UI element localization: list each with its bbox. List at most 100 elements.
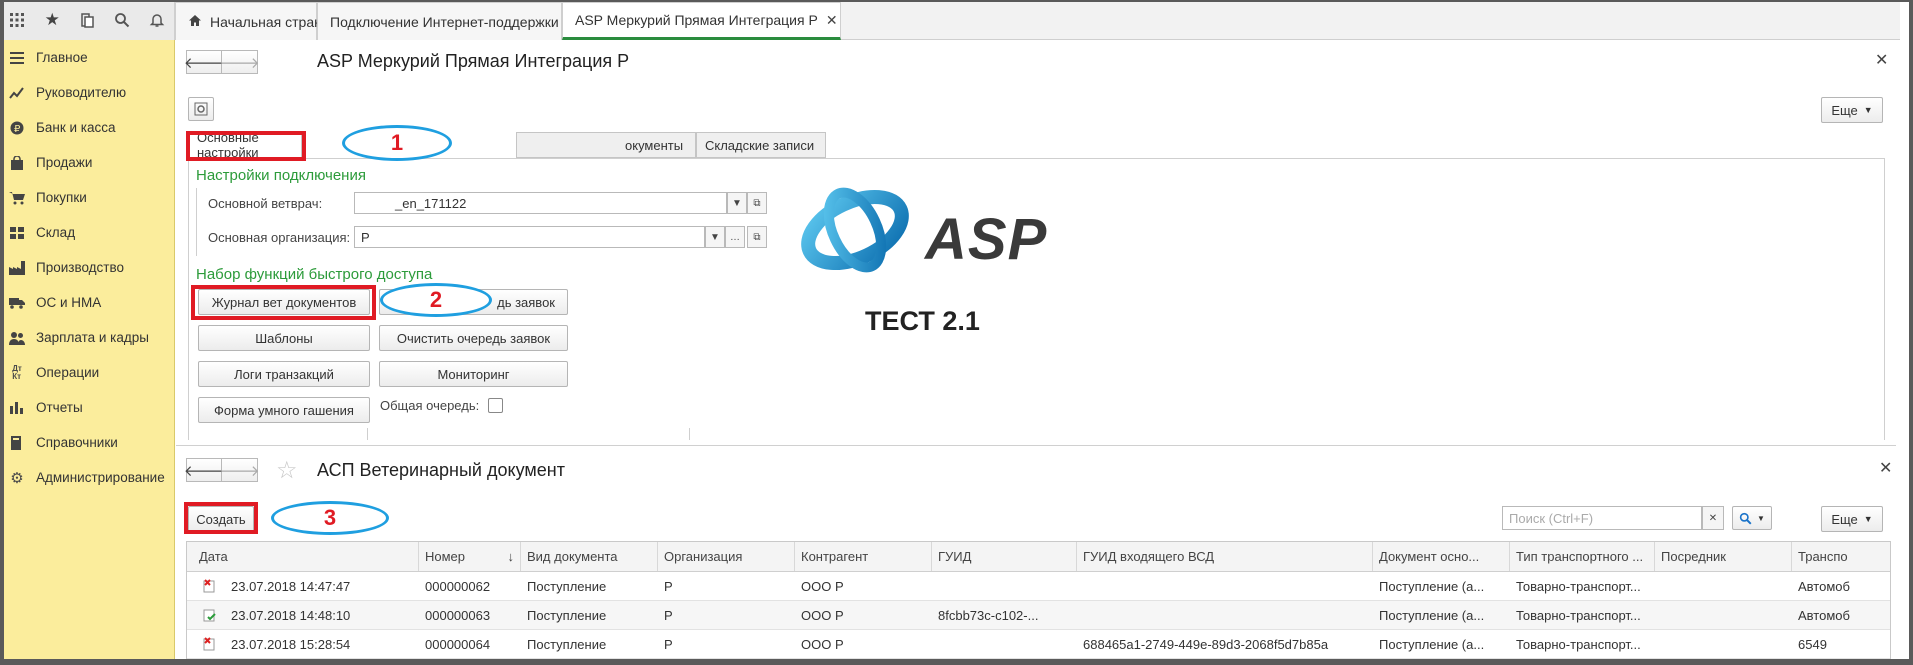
open-icon[interactable]: ⧉	[747, 192, 767, 214]
more-button[interactable]: Еще ▼	[1821, 97, 1883, 123]
tab-internet-support[interactable]: Подключение Интернет-поддержки ✕	[317, 2, 586, 40]
group-connection-settings: Настройки подключения	[196, 167, 366, 184]
column-label: ГУИД	[938, 549, 972, 564]
search-input[interactable]: Поиск (Ctrl+F)	[1502, 506, 1702, 530]
column-header[interactable]: Вид документа	[521, 542, 658, 571]
column-header[interactable]: Документ осно...	[1373, 542, 1510, 571]
close-icon[interactable]: ✕	[826, 12, 838, 29]
cell-org: Р	[664, 607, 673, 623]
settings-gear-icon	[194, 102, 208, 116]
column-header[interactable]: Контрагент	[795, 542, 932, 571]
doc-ok-icon	[197, 601, 221, 629]
cell-counterparty: ООО Р	[801, 636, 844, 652]
forward-arrow-icon[interactable]: 🡒	[219, 458, 260, 482]
cell-org: Р	[664, 578, 673, 594]
bell-icon[interactable]	[139, 0, 174, 40]
sidebar: Главное Руководителю ₽ Банк и касса Прод…	[0, 40, 175, 665]
sidebar-item-reports[interactable]: Отчеты	[0, 390, 174, 425]
tab-warehouse-records[interactable]: Складские записи	[696, 132, 826, 158]
tab-asp-mercury[interactable]: ASP Меркурий Прямая Интеграция Р ✕	[562, 2, 841, 40]
cell-transport: Автомоб	[1798, 578, 1850, 594]
cart-icon	[6, 189, 28, 207]
cell-counterparty: ООО Р	[801, 607, 844, 623]
common-queue-checkbox[interactable]	[488, 398, 503, 413]
annotation-3: 3	[271, 501, 389, 535]
back-arrow-icon[interactable]: 🡐	[184, 458, 224, 482]
list-title: АСП Ветеринарный документ	[317, 460, 565, 480]
more-button[interactable]: Еще ▼	[1821, 506, 1883, 532]
dropdown-button[interactable]: ▼	[705, 226, 725, 248]
sidebar-item-production[interactable]: Производство	[0, 250, 174, 285]
sidebar-item-sales[interactable]: Продажи	[0, 145, 174, 180]
common-queue-label: Общая очередь:	[380, 398, 480, 413]
sidebar-item-purchases[interactable]: Покупки	[0, 180, 174, 215]
column-label: Документ осно...	[1379, 549, 1480, 564]
search-icon[interactable]	[104, 0, 139, 40]
favorite-star-icon[interactable]: ☆	[276, 456, 298, 485]
ellipsis-button[interactable]: …	[725, 226, 745, 248]
transaction-logs-button[interactable]: Логи транзакций	[198, 361, 370, 387]
sidebar-item-salary[interactable]: Зарплата и кадры	[0, 320, 174, 355]
column-header[interactable]: Тип транспортного ...	[1510, 542, 1655, 571]
vet-document-list: 🡐 🡒 ☆ АСП Ветеринарный документ ✕ Создат…	[176, 445, 1896, 665]
sidebar-item-main[interactable]: Главное	[0, 40, 174, 75]
cell-number: 000000063	[425, 607, 491, 623]
table-row[interactable]: 23.07.2018 14:47:47 000000062 Поступлени…	[187, 572, 1890, 601]
column-label: Контрагент	[801, 549, 869, 564]
history-icon[interactable]	[70, 0, 105, 40]
sidebar-item-directories[interactable]: Справочники	[0, 425, 174, 460]
sidebar-item-label: Главное	[36, 50, 88, 65]
star-icon[interactable]: ★	[35, 0, 70, 40]
table-row[interactable]: 23.07.2018 14:48:10 000000063 Поступлени…	[187, 601, 1890, 630]
forward-arrow-icon[interactable]: 🡒	[219, 50, 260, 74]
cell-intermediary	[1655, 601, 1792, 629]
table-row[interactable]: 23.07.2018 15:28:54 000000064 Поступлени…	[187, 630, 1890, 659]
monitoring-button[interactable]: Мониторинг	[379, 361, 568, 387]
search-button[interactable]: ▼	[1732, 506, 1772, 530]
column-label: Дата	[199, 549, 228, 564]
smart-redemption-button[interactable]: Форма умного гашения	[198, 397, 370, 423]
sidebar-item-admin[interactable]: ⚙ Администрирование	[0, 460, 174, 495]
vet-field[interactable]: _en_171122	[354, 192, 727, 214]
clear-queue-button[interactable]: Очистить очередь заявок	[379, 325, 568, 351]
column-header[interactable]: Организация	[658, 542, 795, 571]
settings-button[interactable]	[188, 97, 214, 121]
column-header[interactable]: Посредник	[1655, 542, 1792, 571]
templates-button[interactable]: Шаблоны	[198, 325, 370, 351]
sidebar-item-bank[interactable]: ₽ Банк и касса	[0, 110, 174, 145]
truck-icon	[6, 294, 28, 312]
close-icon[interactable]: ✕	[1875, 50, 1888, 70]
column-header[interactable]: ГУИД	[932, 542, 1077, 571]
sidebar-item-operations[interactable]: Дт Кт Операции	[0, 355, 174, 390]
cell-guid-in	[1077, 601, 1373, 629]
column-label: Вид документа	[527, 549, 618, 564]
close-icon[interactable]: ✕	[1879, 458, 1892, 478]
tab-home[interactable]: Начальная страница	[175, 2, 345, 40]
column-label: Тип транспортного ...	[1516, 549, 1644, 564]
sidebar-item-warehouse[interactable]: Склад	[0, 215, 174, 250]
org-field[interactable]: Р	[354, 226, 705, 248]
tab-documents[interactable]: окументы	[516, 132, 696, 158]
sidebar-item-fixed-assets[interactable]: ОС и НМА	[0, 285, 174, 320]
clear-search-icon[interactable]: ✕	[1702, 506, 1724, 530]
page-title: ASP Меркурий Прямая Интеграция Р	[317, 51, 630, 71]
column-header[interactable]: ГУИД входящего ВСД	[1077, 542, 1373, 571]
search-placeholder: Поиск (Ctrl+F)	[1509, 510, 1594, 526]
button-label: Форма умного гашения	[214, 402, 354, 418]
sidebar-item-label: Руководителю	[36, 85, 127, 100]
back-arrow-icon[interactable]: 🡐	[184, 50, 224, 74]
dropdown-button[interactable]: ▼	[727, 192, 747, 214]
search-icon	[1739, 512, 1752, 524]
sidebar-item-manager[interactable]: Руководителю	[0, 75, 174, 110]
cell-date: 23.07.2018 14:47:47	[231, 578, 351, 594]
column-header[interactable]: Номер ↓	[419, 542, 521, 571]
column-header[interactable]: Транспо	[1792, 542, 1890, 571]
column-header[interactable]: Дата	[187, 542, 419, 571]
tab-label: окументы	[625, 137, 684, 153]
sidebar-item-label: Операции	[36, 365, 100, 380]
apps-grid-icon[interactable]	[0, 0, 35, 40]
more-label: Еще	[1831, 511, 1858, 527]
bar-chart-icon	[6, 399, 28, 417]
org-label: Основная организация:	[208, 230, 351, 245]
open-icon[interactable]: ⧉	[747, 226, 767, 248]
